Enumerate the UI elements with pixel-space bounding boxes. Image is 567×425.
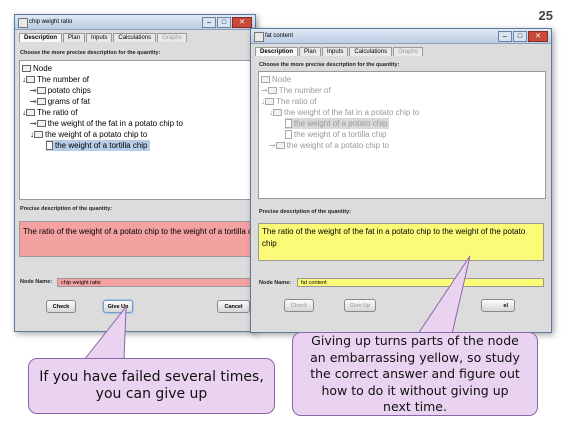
node-name-label: Node Name: [259, 280, 292, 286]
node-name-field[interactable]: chip weight ratio [57, 278, 255, 287]
document-icon [46, 141, 53, 151]
right-callout: Giving up turns parts of the node an emb… [292, 332, 538, 416]
give-up-button[interactable]: Give Up [103, 300, 133, 313]
precise-description: The ratio of the weight of a potato chip… [19, 221, 255, 257]
tab-description[interactable]: Description [19, 33, 63, 42]
precise-description-line: The ratio of the weight of the fat in a … [262, 227, 526, 236]
tab-bar: Description Plan Inputs Calculations Gra… [15, 30, 255, 42]
document-icon [285, 119, 292, 129]
node-tree[interactable]: Node ↓ The number of ⊸ potato chips ⊸ grams… [19, 60, 255, 200]
tree-heading: Choose the more precise description for … [259, 62, 400, 68]
window-title: fat content [265, 33, 294, 39]
tab-calculations[interactable]: Calculations [113, 33, 157, 42]
window-title: chip weight ratio [29, 19, 73, 25]
callout-line: how to do it without giving up [321, 382, 509, 398]
folder-icon [261, 76, 270, 84]
folder-icon [34, 131, 43, 139]
folder-icon [36, 120, 46, 128]
tree-heading: Choose the more precise description for … [20, 50, 161, 56]
tab-graphs[interactable]: Graphs [157, 33, 187, 42]
precise-heading: Precise description of the quantity: [259, 209, 351, 215]
tree-node[interactable]: ⊸ the weight of a potato chip to [269, 140, 389, 151]
folder-icon [267, 87, 277, 95]
minimize-icon[interactable]: – [498, 31, 512, 42]
callout-line: Giving up turns parts of the node [311, 333, 519, 348]
check-button[interactable]: Check [284, 299, 314, 312]
tree-node[interactable]: ↓ the weight of the fat in a potato chip … [269, 107, 419, 118]
right-window: fat content – □ ✕ Description Plan Input… [250, 28, 552, 333]
app-icon [254, 32, 264, 42]
folder-icon [26, 109, 35, 117]
tree-node[interactable]: the weight of a tortilla chip [285, 129, 387, 140]
node-name-field[interactable]: fat content [297, 278, 544, 287]
close-icon[interactable]: ✕ [232, 17, 252, 28]
tab-graphs[interactable]: Graphs [393, 47, 423, 56]
tree-node[interactable]: ↓ the weight of a potato chip to [30, 129, 147, 140]
tab-description[interactable]: Description [255, 47, 299, 56]
tab-inputs[interactable]: Inputs [86, 33, 113, 42]
folder-icon [275, 142, 285, 150]
folder-icon [273, 109, 282, 117]
close-icon[interactable]: ✕ [528, 31, 548, 42]
callout-line: next time. [383, 399, 447, 414]
precise-description: The ratio of the weight of the fat in a … [258, 223, 544, 261]
folder-icon [36, 87, 46, 95]
cancel-button[interactable]: Cancel [217, 300, 250, 313]
tree-node[interactable]: ↓ The number of [22, 74, 89, 85]
tab-bar: Description Plan Inputs Calculations Gra… [251, 44, 551, 56]
tree-node[interactable]: ⊸ grams of fat [30, 96, 90, 107]
precise-description-line: chip [262, 239, 277, 248]
tab-plan[interactable]: Plan [63, 33, 86, 42]
maximize-icon[interactable]: □ [217, 17, 231, 28]
folder-icon [265, 98, 274, 106]
page-number: 25 [538, 8, 553, 23]
tree-node[interactable]: Node [22, 63, 52, 74]
document-icon [285, 130, 292, 140]
node-tree[interactable]: Node ⊸ The number of ↓ The ratio of ↓ the w… [258, 71, 546, 199]
cancel-button[interactable]: el [481, 299, 515, 312]
node-name-label: Node Name: [20, 279, 53, 285]
callout-line: you can give up [95, 386, 208, 402]
tree-node[interactable]: ⊸ the weight of the fat in a potato chip … [30, 118, 183, 129]
tree-node[interactable]: ↓ The ratio of [261, 96, 316, 107]
tab-calculations[interactable]: Calculations [349, 47, 393, 56]
minimize-icon[interactable]: – [202, 17, 216, 28]
precise-heading: Precise description of the quantity: [20, 206, 112, 212]
give-up-button[interactable]: Give Up [344, 299, 376, 312]
left-callout: If you have failed several times, you ca… [28, 358, 275, 414]
app-icon [18, 18, 28, 28]
callout-line: If you have failed several times, [39, 369, 264, 385]
callout-line: an embarrassing yellow, so study [310, 349, 520, 365]
left-window: chip weight ratio – □ ✕ Description Plan… [14, 14, 256, 332]
tree-node[interactable]: Node [261, 74, 291, 85]
left-window-titlebar[interactable]: chip weight ratio – □ ✕ [15, 15, 255, 30]
tree-node-selected[interactable]: the weight of a tortilla chip [46, 140, 150, 151]
maximize-icon[interactable]: □ [513, 31, 527, 42]
tree-node[interactable]: ⊸ potato chips [30, 85, 91, 96]
callout-line: the correct answer and figure out [310, 366, 520, 381]
check-button[interactable]: Check [46, 300, 76, 313]
folder-icon [26, 76, 35, 84]
tree-node[interactable]: ↓ The ratio of [22, 107, 77, 118]
tree-node[interactable]: ⊸ The number of [261, 85, 331, 96]
folder-icon [36, 98, 46, 106]
tree-node-selected[interactable]: the weight of a potato chip [285, 118, 390, 129]
tab-inputs[interactable]: Inputs [322, 47, 349, 56]
tab-plan[interactable]: Plan [299, 47, 322, 56]
folder-icon [22, 65, 31, 73]
right-window-titlebar[interactable]: fat content – □ ✕ [251, 29, 551, 44]
